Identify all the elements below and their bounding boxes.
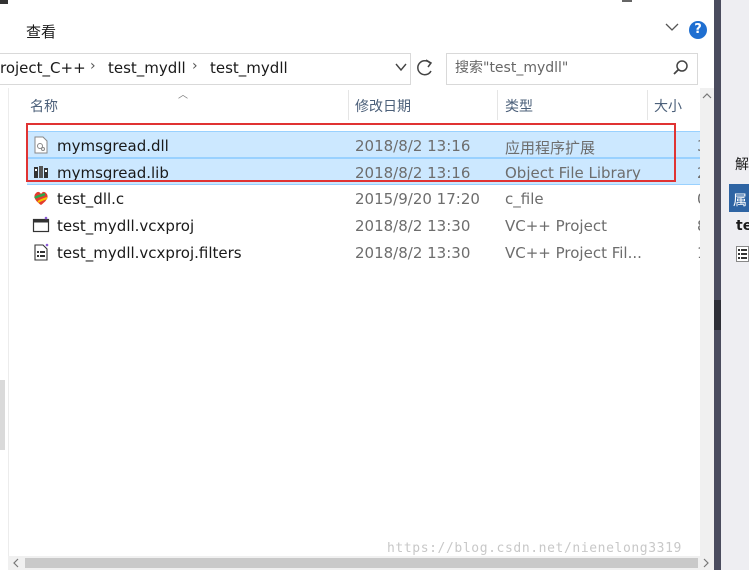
solution-explorer-title: 解 [735, 157, 749, 173]
file-date: 2018/8/2 13:30 [355, 244, 471, 262]
nav-scrollbar-thumb[interactable] [0, 380, 5, 450]
column-divider[interactable] [647, 90, 648, 120]
file-type: c_file [505, 190, 544, 208]
tab-view[interactable]: 查看 [26, 21, 56, 42]
chevron-down-icon[interactable] [663, 18, 681, 36]
file-name: test_dll.c [57, 190, 125, 208]
properties-list-icon[interactable] [736, 246, 749, 262]
minimize-icon[interactable] [622, 0, 632, 2]
scroll-left-icon[interactable] [10, 557, 22, 569]
file-type: VC++ Project [505, 217, 607, 235]
file-row[interactable]: test_mydll.vcxproj 2018/8/2 13:30 VC++ P… [27, 212, 717, 239]
horizontal-scrollbar-thumb[interactable] [25, 558, 698, 568]
filters-file-icon [34, 243, 49, 261]
c-file-icon [34, 191, 48, 205]
breadcrumb-item[interactable]: test_mydll [108, 59, 186, 77]
solution-item-label: te [736, 218, 749, 234]
file-date: 2018/8/2 13:30 [355, 217, 471, 235]
pane-splitter[interactable] [714, 0, 721, 570]
sort-ascending-icon: ︿ [178, 90, 188, 101]
breadcrumb-item[interactable]: test_mydll [210, 59, 288, 77]
scroll-right-icon[interactable] [700, 557, 712, 569]
title-bar-fragment [0, 0, 8, 4]
address-dropdown-icon[interactable] [394, 60, 408, 74]
file-date: 2015/9/20 17:20 [355, 190, 480, 208]
column-header-name[interactable]: 名称 [30, 96, 58, 116]
file-name: test_mydll.vcxproj [57, 217, 195, 235]
vertical-scrollbar[interactable] [700, 88, 714, 556]
column-divider[interactable] [497, 90, 498, 120]
column-divider[interactable] [348, 90, 349, 120]
search-icon[interactable] [671, 58, 691, 78]
column-header-date[interactable]: 修改日期 [355, 96, 411, 116]
highlight-outline [26, 123, 676, 182]
breadcrumb-chevron-icon[interactable]: › [90, 58, 96, 74]
ribbon [0, 0, 714, 45]
search-input[interactable] [455, 58, 655, 78]
column-header-type[interactable]: 类型 [505, 96, 533, 116]
properties-tab-label: 属 [733, 193, 747, 209]
navigation-pane[interactable] [0, 88, 9, 570]
file-type: VC++ Project Fil... [505, 244, 642, 262]
breadcrumb-item[interactable]: roject_C++ [0, 59, 86, 77]
file-row[interactable]: test_mydll.vcxproj.filters 2018/8/2 13:3… [27, 239, 717, 266]
column-header-size[interactable]: 大小 [654, 96, 682, 116]
watermark: https://blog.csdn.net/nienelong3319 [387, 541, 682, 556]
scroll-up-icon[interactable] [700, 90, 714, 102]
help-icon[interactable]: ? [689, 21, 707, 39]
pane-marker [714, 300, 721, 330]
refresh-icon[interactable] [415, 57, 435, 79]
vcxproj-file-icon [32, 216, 50, 233]
breadcrumb-chevron-icon[interactable]: › [192, 58, 198, 74]
file-row[interactable]: test_dll.c 2015/9/20 17:20 c_file 0 [27, 185, 717, 212]
file-name: test_mydll.vcxproj.filters [57, 244, 242, 262]
